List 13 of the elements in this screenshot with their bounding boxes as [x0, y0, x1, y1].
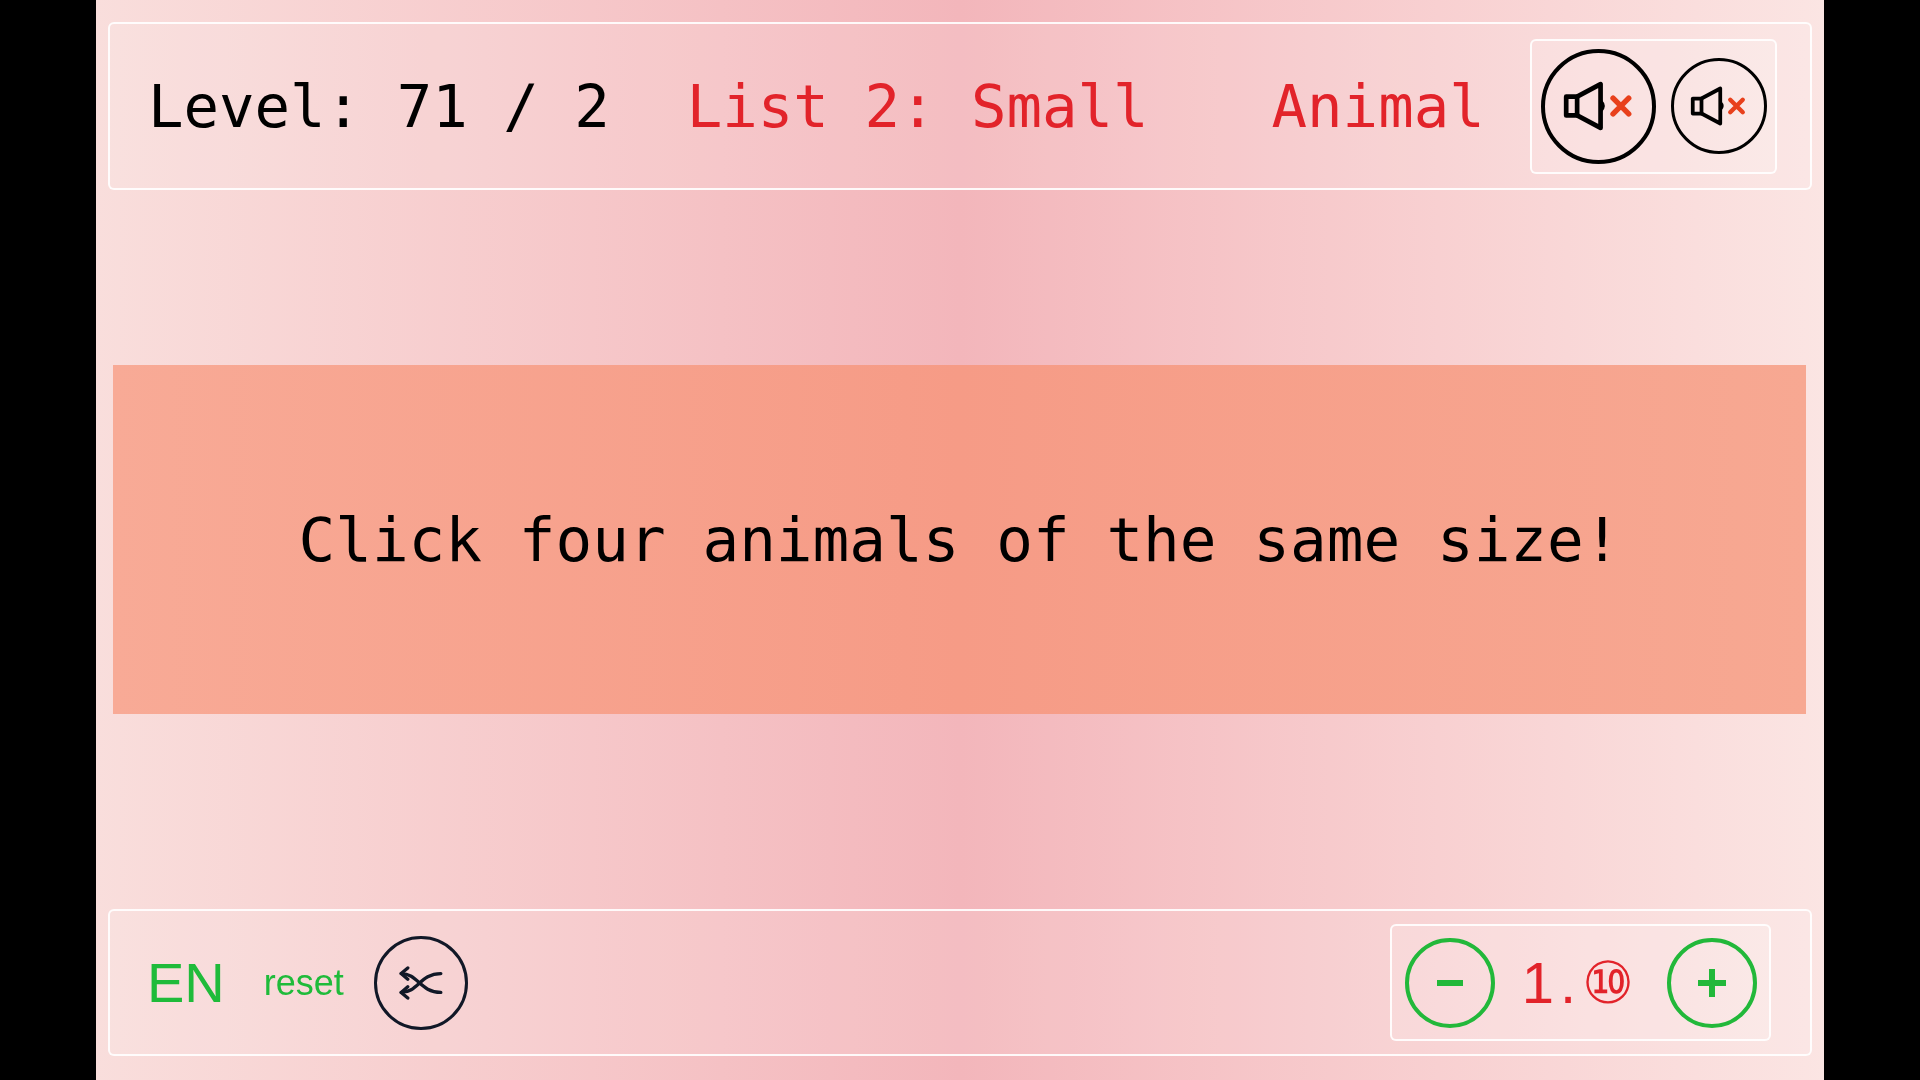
level-label: Level: 71 / 2 [148, 76, 610, 136]
instruction-text: Click four animals of the same size! [298, 509, 1621, 570]
shuffle-icon [396, 965, 445, 1000]
plus-icon [1698, 968, 1726, 997]
reset-link[interactable]: reset [263, 964, 344, 1001]
sound-button[interactable] [1671, 58, 1767, 154]
minus-icon [1436, 979, 1463, 986]
shuffle-button[interactable] [373, 935, 468, 1030]
list-title: List 2: Small [686, 76, 1149, 136]
language-link[interactable]: EN [147, 954, 225, 1011]
category-label: Animal [1271, 76, 1485, 136]
counter-value: 1.⑩ [1521, 953, 1640, 1012]
sound-button[interactable] [1541, 48, 1656, 164]
